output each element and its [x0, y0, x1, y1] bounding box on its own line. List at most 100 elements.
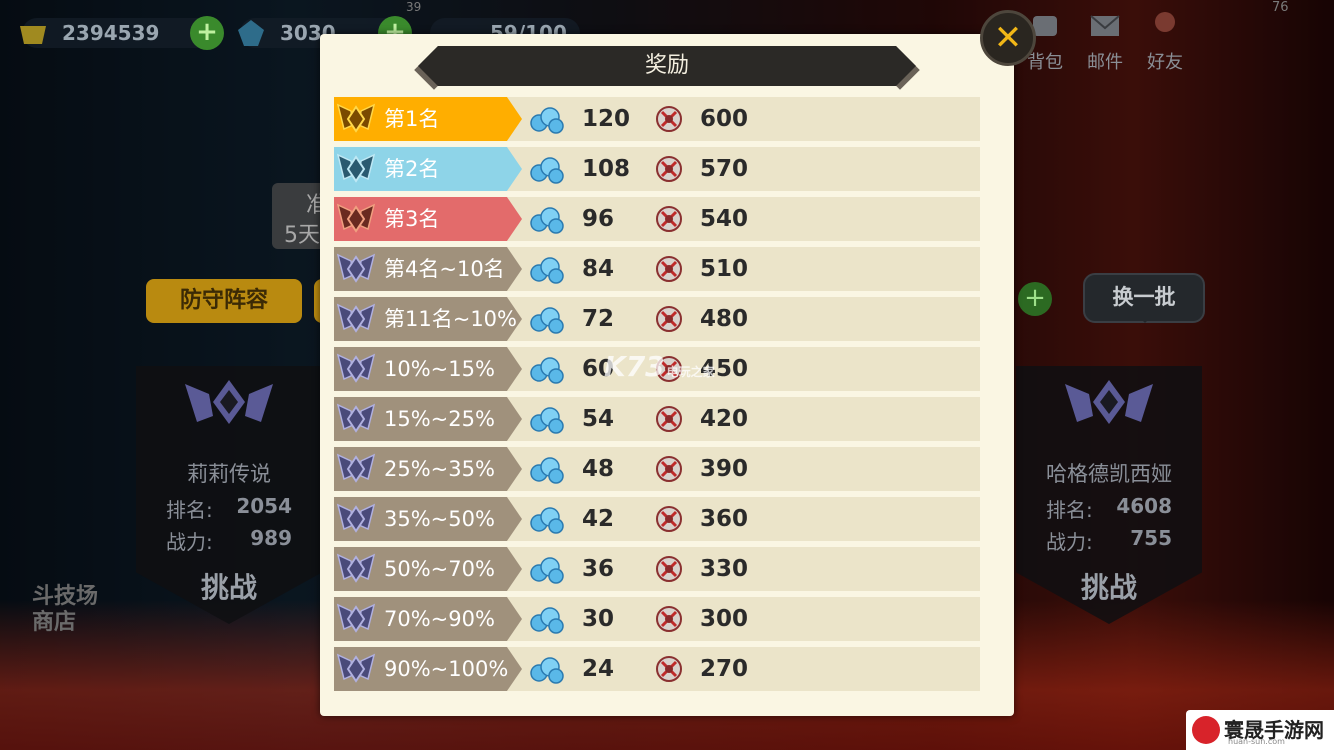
rank-label: 15%~25% [384, 407, 495, 431]
diamond-icon [530, 657, 564, 684]
rank-label: 50%~70% [384, 557, 495, 581]
rank-label: 70%~90% [384, 607, 495, 631]
rank-label: 第3名 [384, 207, 440, 231]
rank-value: 2054 [236, 494, 292, 518]
rank-wing-icon [336, 553, 376, 583]
rank-label: 90%~100% [384, 657, 509, 681]
shop-line1: 斗技场 [32, 584, 99, 609]
rank-wing-icon [336, 303, 376, 333]
reward-row: 15%~25% 54 420 [334, 397, 980, 441]
diamond-amount: 72 [582, 306, 615, 332]
site-logo: 寰晟手游网 huan-sun.com [1186, 710, 1334, 750]
diamond-icon [530, 407, 564, 434]
arena-coin-icon [656, 656, 682, 682]
diamond-amount: 48 [582, 456, 615, 482]
arena-coin-icon [656, 606, 682, 632]
arena-coin-icon [656, 556, 682, 582]
rank-ribbon: 35%~50% [334, 497, 522, 541]
opponent-name: 莉莉传说 [187, 462, 271, 486]
prep-line2: 5天 [284, 223, 320, 248]
arena-coin-amount: 390 [700, 456, 749, 482]
shop-line2: 商店 [32, 610, 77, 635]
opponent-card-left[interactable]: 莉莉传说 排名: 2054 战力: 989 挑战 [136, 366, 322, 624]
arena-coin-icon [656, 206, 682, 232]
reward-row: 第2名 108 570 [334, 147, 980, 191]
rank-label: 10%~15% [384, 357, 495, 381]
rank-wing-icon [336, 603, 376, 633]
diamond-amount: 54 [582, 406, 615, 432]
reward-row: 70%~90% 30 300 [334, 597, 980, 641]
add-attempts-button[interactable]: + [1018, 282, 1052, 316]
site-logo-url: huan-sun.com [1228, 737, 1285, 746]
arena-coin-icon [656, 506, 682, 532]
close-button[interactable]: ✕ [980, 10, 1036, 66]
reward-row: 35%~50% 42 360 [334, 497, 980, 541]
defense-lineup-button[interactable]: 防守阵容 [146, 279, 302, 323]
diamond-amount: 24 [582, 656, 615, 682]
arena-coin-amount: 510 [700, 256, 749, 282]
arena-coin-icon [656, 256, 682, 282]
mail-label: 邮件 [1087, 52, 1123, 73]
arena-coin-icon [656, 456, 682, 482]
reward-row: 50%~70% 36 330 [334, 547, 980, 591]
diamond-icon [530, 107, 564, 134]
arena-coin-amount: 420 [700, 406, 749, 432]
power-value: 989 [250, 526, 292, 550]
diamond-amount: 120 [582, 106, 631, 132]
arena-shop-label[interactable]: 斗技场 商店 [32, 584, 98, 636]
arena-coin-icon [656, 406, 682, 432]
rank-wing-icon [336, 503, 376, 533]
refresh-opponents-button[interactable]: 换一批 [1083, 273, 1205, 323]
rank-label: 35%~50% [384, 507, 495, 531]
rank-label: 排名: [1046, 498, 1093, 522]
opponent-card-right[interactable]: 哈格德凯西娅 排名: 4608 战力: 755 挑战 [1016, 366, 1202, 624]
diamond-icon [530, 307, 564, 334]
diamond-icon [530, 207, 564, 234]
power-label: 战力: [1046, 530, 1093, 554]
reward-row: 90%~100% 24 270 [334, 647, 980, 691]
arena-coin-amount: 600 [700, 106, 749, 132]
diamond-amount: 36 [582, 556, 615, 582]
rank-wing-icon [1065, 380, 1153, 424]
diamond-icon [530, 157, 564, 184]
rank-wing-icon [336, 153, 376, 183]
rank-wing-icon [336, 403, 376, 433]
diamond-icon [530, 357, 564, 384]
rank-label: 第11名~10% [384, 307, 517, 331]
diamond-icon [530, 607, 564, 634]
rank-ribbon: 25%~35% [334, 447, 522, 491]
add-gold-button[interactable]: + [190, 16, 224, 50]
rank-wing-icon [336, 203, 376, 233]
diamond-amount: 84 [582, 256, 615, 282]
mail-icon[interactable]: 邮件 [1080, 8, 1130, 73]
rank-value: 4608 [1116, 494, 1172, 518]
rank-ribbon: 第11名~10% [334, 297, 522, 341]
corner-number: 76 [1272, 0, 1289, 15]
arena-coin-icon [656, 306, 682, 332]
gold-icon [20, 26, 46, 44]
diamond-icon [530, 507, 564, 534]
rank-wing-icon [336, 353, 376, 383]
rank-label: 25%~35% [384, 457, 495, 481]
reward-row: 第1名 120 600 [334, 97, 980, 141]
rank-ribbon: 15%~25% [334, 397, 522, 441]
rank-ribbon: 第2名 [334, 147, 522, 191]
rank-ribbon: 90%~100% [334, 647, 522, 691]
diamond-amount: 108 [582, 156, 631, 182]
mid-number: 39 [406, 0, 422, 14]
diamond-icon [530, 457, 564, 484]
diamond-icon [530, 557, 564, 584]
arena-coin-amount: 330 [700, 556, 749, 582]
rank-label: 第1名 [384, 107, 440, 131]
arena-coin-amount: 480 [700, 306, 749, 332]
rank-label: 第2名 [384, 157, 440, 181]
rank-ribbon: 第4名~10名 [334, 247, 522, 291]
rank-label: 第4名~10名 [384, 257, 505, 281]
friends-label: 好友 [1147, 52, 1183, 73]
rank-ribbon: 50%~70% [334, 547, 522, 591]
arena-coin-amount: 360 [700, 506, 749, 532]
gold-value: 2394539 [62, 21, 160, 45]
rank-wing-icon [336, 103, 376, 133]
friends-icon[interactable]: 好友 [1140, 8, 1190, 73]
modal-title: 奖励 [644, 53, 689, 78]
